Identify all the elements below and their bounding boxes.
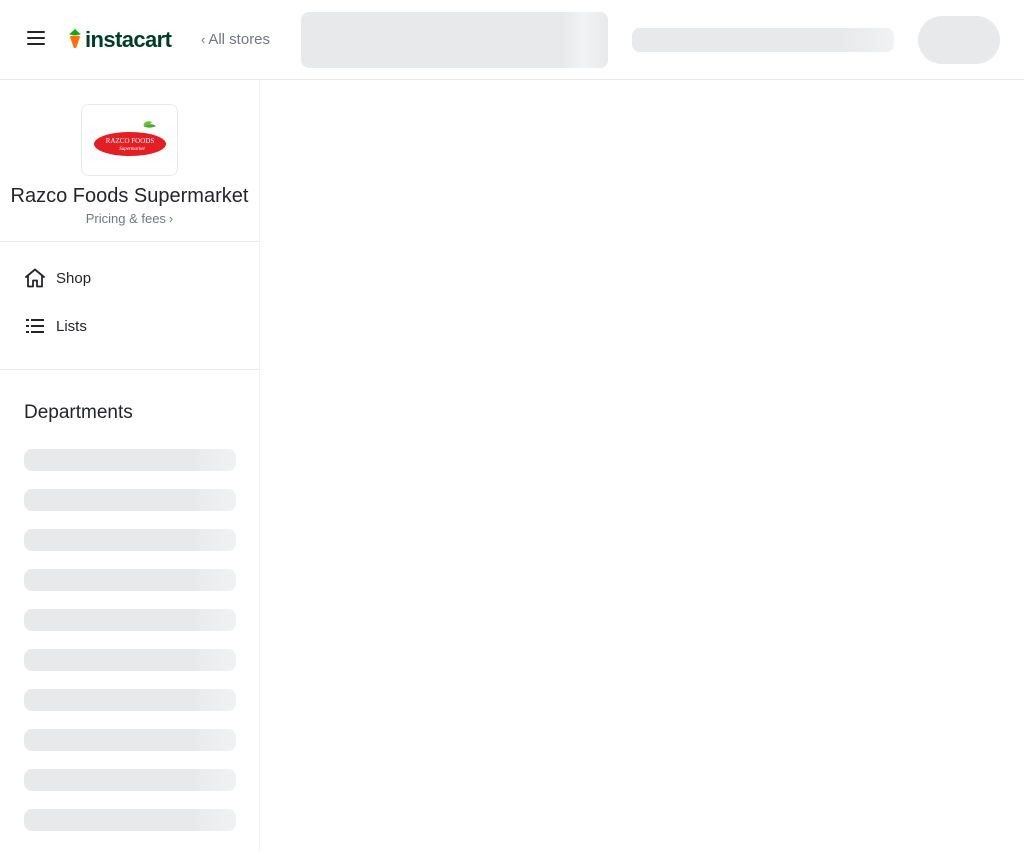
departments-heading: Departments (24, 402, 133, 423)
department-placeholder (24, 649, 236, 671)
pricing-fees-link[interactable]: Pricing & fees › (0, 211, 259, 226)
department-placeholder (24, 729, 236, 751)
nav-item-shop[interactable]: Shop (24, 264, 91, 292)
nav-item-label: Shop (56, 269, 92, 287)
cart-button-placeholder (918, 16, 1000, 64)
chevron-right-icon: › (168, 211, 174, 226)
sidebar-divider (0, 241, 259, 242)
hamburger-icon (27, 30, 45, 50)
carrot-icon (67, 26, 83, 54)
store-sidebar: RAZCO FOODS Supermarket Razco Foods Supe… (0, 80, 260, 852)
department-placeholder (24, 609, 236, 631)
menu-button[interactable] (20, 24, 52, 56)
razco-logo-image: RAZCO FOODS Supermarket (93, 121, 166, 156)
brand-name: instacart (85, 27, 172, 52)
pricing-fees-label: Pricing & fees (85, 211, 166, 226)
department-placeholder (24, 529, 236, 551)
department-placeholder (24, 489, 236, 511)
search-bar-placeholder (301, 12, 608, 68)
nav-item-lists[interactable]: Lists (24, 312, 87, 340)
all-stores-link[interactable]: ‹ All stores (201, 31, 270, 48)
list-icon (24, 315, 46, 337)
home-icon (24, 267, 46, 289)
department-placeholder (24, 809, 236, 831)
all-stores-label: All stores (208, 31, 271, 48)
department-placeholder (24, 569, 236, 591)
main-content-area (260, 80, 1024, 852)
sidebar-divider (0, 369, 259, 370)
department-placeholder (24, 449, 236, 471)
top-header: instacart ‹ All stores (0, 0, 1024, 80)
nav-item-label: Lists (56, 317, 87, 335)
store-name: Razco Foods Supermarket (10, 185, 249, 207)
department-placeholder (24, 689, 236, 711)
chevron-left-icon: ‹ (201, 32, 206, 47)
svg-text:Supermarket: Supermarket (119, 147, 145, 152)
svg-text:RAZCO FOODS: RAZCO FOODS (105, 137, 154, 145)
delivery-info-placeholder (632, 28, 894, 52)
instacart-logo[interactable]: instacart (67, 26, 172, 54)
department-placeholder (24, 769, 236, 791)
store-logo[interactable]: RAZCO FOODS Supermarket (81, 104, 178, 176)
